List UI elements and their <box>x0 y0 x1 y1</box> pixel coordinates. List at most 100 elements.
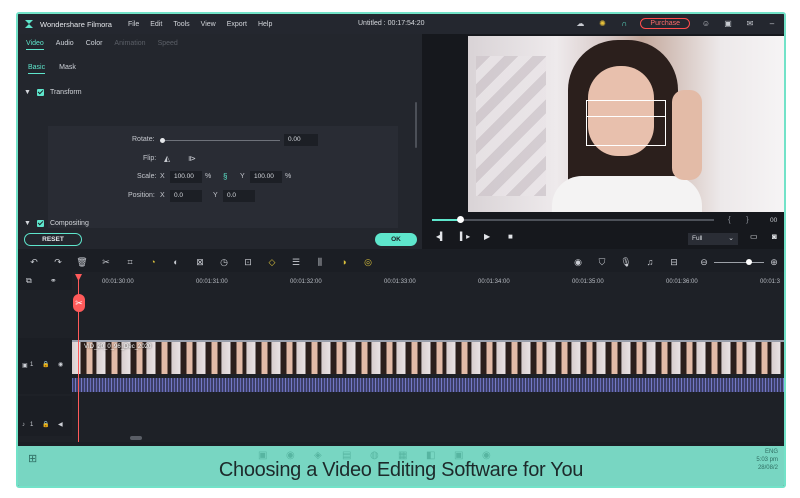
scissors-icon[interactable]: ✂ <box>73 294 85 312</box>
flip-vertical-icon[interactable]: ◭ <box>164 154 170 163</box>
audio-track-lane[interactable] <box>72 396 784 436</box>
subtab-basic[interactable]: Basic <box>28 64 46 74</box>
headset-icon[interactable]: ∩ <box>618 17 630 29</box>
snapshot-timeline-icon[interactable]: ⊟ <box>668 256 680 268</box>
zoom-out-icon[interactable]: ⊖ <box>698 256 710 268</box>
app-name: Wondershare Filmora <box>40 19 112 29</box>
transform-selection-box[interactable] <box>586 100 666 146</box>
play-pause-icon[interactable]: ▍▸ <box>460 232 470 241</box>
audio-mix-icon[interactable]: ⫼ <box>314 256 326 268</box>
reset-button[interactable]: RESET <box>24 233 82 246</box>
previous-frame-icon[interactable]: ◂▍ <box>436 232 446 241</box>
render-icon[interactable]: ◉ <box>572 256 584 268</box>
delete-icon[interactable]: 🗑 <box>76 256 88 268</box>
adjust-icon[interactable]: ☰ <box>290 256 302 268</box>
tray-language[interactable]: ENG <box>756 448 778 456</box>
cloud-icon[interactable]: ☁ <box>574 17 586 29</box>
menu-help[interactable]: Help <box>258 21 272 28</box>
title-bar: Wondershare Filmora File Edit Tools View… <box>18 14 784 34</box>
speed-icon[interactable]: ◔ <box>147 256 159 268</box>
video-clip[interactable]: VID_20_0_96_Dec_2020 <box>72 340 784 374</box>
add-track-icon[interactable]: ⧉ <box>26 276 32 286</box>
display-icon[interactable]: ▭ <box>750 232 758 241</box>
rotate-input[interactable]: 0.00 <box>284 134 318 146</box>
collapse-arrow-icon[interactable]: ▼ <box>24 220 31 227</box>
cut-icon[interactable]: ✂ <box>100 256 112 268</box>
visibility-icon[interactable]: ◉ <box>58 361 63 368</box>
menu-file[interactable]: File <box>128 21 139 28</box>
link-icon[interactable]: § <box>223 172 227 181</box>
timeline-ruler[interactable]: 00:01:30:00 00:01:31:00 00:01:32:00 00:0… <box>72 272 784 290</box>
transform-section-header[interactable]: ▼ Transform <box>24 89 82 96</box>
document-title: Untitled : 00:17:54:20 <box>358 20 425 27</box>
stabilize-icon[interactable]: ◑ <box>338 256 350 268</box>
menu-view[interactable]: View <box>201 21 216 28</box>
playback-quality-select[interactable]: Full ⌄ <box>688 233 738 245</box>
panel-scrollbar[interactable] <box>415 102 417 148</box>
undo-icon[interactable]: ↶ <box>28 256 40 268</box>
purchase-button[interactable]: Purchase <box>640 17 690 29</box>
mail-icon[interactable]: ✉ <box>744 17 756 29</box>
redo-icon[interactable]: ↷ <box>52 256 64 268</box>
mark-out-icon[interactable]: } <box>746 215 749 224</box>
scale-y-input[interactable]: 100.00 <box>250 171 282 183</box>
account-icon[interactable]: ☺ <box>700 17 712 29</box>
microphone-icon[interactable]: 🎙 <box>620 256 632 268</box>
ruler-tick: 00:01:31:00 <box>196 279 228 285</box>
empty-track-lane[interactable] <box>72 290 784 336</box>
ruler-tick: 00:01:32:00 <box>290 279 322 285</box>
compositing-checkbox[interactable] <box>36 220 44 227</box>
collapse-arrow-icon[interactable]: ▼ <box>24 89 31 96</box>
scale-x-input[interactable]: 100.00 <box>170 171 202 183</box>
timeline-zoom-slider[interactable] <box>714 262 764 263</box>
rotate-slider[interactable] <box>162 140 280 141</box>
subtab-mask[interactable]: Mask <box>59 64 76 74</box>
keyframe-icon[interactable]: ◇ <box>266 256 278 268</box>
minimize-icon[interactable]: – <box>766 17 778 29</box>
position-y-input[interactable]: 0.0 <box>223 190 255 202</box>
scale-x-unit: % <box>205 173 212 180</box>
crop-icon[interactable]: ⌗ <box>124 256 136 268</box>
compositing-section-header[interactable]: ▼ Compositing <box>24 220 89 227</box>
fit-icon[interactable]: ⊡ <box>242 256 254 268</box>
video-caption: Choosing a Video Editing Software for Yo… <box>218 459 584 481</box>
menu-tools[interactable]: Tools <box>173 21 189 28</box>
motion-icon[interactable]: ◎ <box>362 256 374 268</box>
lock-icon[interactable]: 🔒 <box>42 361 49 368</box>
mark-in-icon[interactable]: { <box>728 215 731 224</box>
speaker-icon[interactable]: ◀ <box>58 421 63 428</box>
transform-label: Transform <box>49 89 82 96</box>
timeline-scrollbar[interactable] <box>130 436 142 440</box>
tab-audio[interactable]: Audio <box>56 40 74 50</box>
menu-export[interactable]: Export <box>227 21 247 28</box>
link-clips-icon[interactable]: ⚭ <box>50 276 57 285</box>
timeline-zoom-knob[interactable] <box>746 259 752 265</box>
preview-progress-knob[interactable] <box>457 216 465 223</box>
rotate-slider-knob[interactable] <box>160 138 165 143</box>
marker-icon[interactable]: ⛉ <box>596 256 608 268</box>
menu-edit[interactable]: Edit <box>150 21 162 28</box>
audio-waveform[interactable] <box>72 378 784 392</box>
lightbulb-icon[interactable]: ✺ <box>596 17 608 29</box>
flip-horizontal-icon[interactable]: ⧐ <box>188 154 196 163</box>
video-preview[interactable] <box>468 36 784 212</box>
preview-progress-bar[interactable] <box>432 216 714 223</box>
clip-thumbnails <box>72 342 784 374</box>
snapshot-icon[interactable]: ◙ <box>772 232 777 241</box>
tab-color[interactable]: Color <box>86 40 103 50</box>
stop-icon[interactable]: ■ <box>508 232 513 241</box>
color-icon[interactable]: ◐ <box>170 256 182 268</box>
save-icon[interactable]: ▣ <box>722 17 734 29</box>
transform-checkbox[interactable] <box>36 89 44 96</box>
lock-icon[interactable]: 🔒 <box>42 421 49 428</box>
position-x-input[interactable]: 0.0 <box>170 190 202 202</box>
play-icon[interactable]: ▶ <box>484 232 490 241</box>
zoom-in-icon[interactable]: ⊕ <box>768 256 780 268</box>
duration-icon[interactable]: ◷ <box>218 256 230 268</box>
video-track-number: 1 <box>30 362 34 368</box>
mask-icon[interactable]: ⊠ <box>194 256 206 268</box>
tab-video[interactable]: Video <box>26 40 44 50</box>
ruler-tick: 00:01:3 <box>760 279 781 285</box>
voiceover-icon[interactable]: ♫ <box>644 256 656 268</box>
ok-button[interactable]: OK <box>375 233 417 246</box>
